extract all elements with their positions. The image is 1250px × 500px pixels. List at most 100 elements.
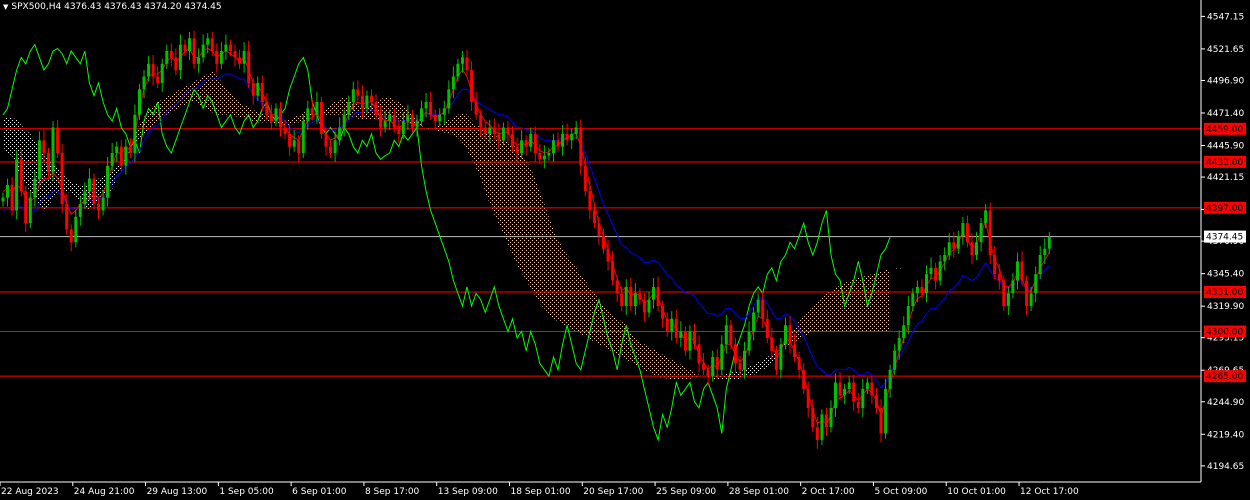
candle-body bbox=[347, 102, 351, 115]
candle-body bbox=[274, 108, 278, 122]
price-tick-label: 4194.65 bbox=[1207, 462, 1244, 472]
candle-body bbox=[656, 286, 660, 306]
candle-body bbox=[602, 235, 605, 249]
candle-body bbox=[920, 286, 924, 294]
candle-body bbox=[820, 414, 824, 440]
level-price-label: 4300.00 bbox=[1206, 328, 1243, 338]
candle-body bbox=[697, 344, 701, 364]
candle-body bbox=[215, 51, 219, 64]
candle-body bbox=[1038, 255, 1042, 275]
candle-body bbox=[319, 102, 323, 134]
candle-body bbox=[952, 242, 956, 249]
level-price-label: 4397.00 bbox=[1206, 204, 1243, 214]
candle-body bbox=[761, 299, 765, 319]
time-tick-label: 10 Oct 01:00 bbox=[947, 487, 1006, 497]
level-price-label: 4265.00 bbox=[1206, 372, 1243, 382]
candle-body bbox=[1034, 274, 1038, 294]
candle-body bbox=[515, 146, 519, 153]
candle-body bbox=[338, 127, 342, 141]
candle-body bbox=[329, 146, 332, 153]
candle-body bbox=[984, 210, 988, 224]
candle-body bbox=[583, 165, 587, 192]
candle-body bbox=[693, 331, 696, 345]
candle-body bbox=[360, 95, 364, 109]
candle-body bbox=[388, 114, 392, 122]
level-price-label: 4433.00 bbox=[1206, 158, 1243, 168]
candle-body bbox=[552, 140, 555, 154]
candle-body bbox=[383, 121, 387, 128]
candle-body bbox=[815, 427, 819, 440]
time-tick-label: 28 Sep 01:00 bbox=[729, 487, 789, 497]
candle-body bbox=[1029, 293, 1033, 307]
candle-body bbox=[506, 127, 510, 134]
candle-body bbox=[1016, 261, 1019, 281]
candle-body bbox=[520, 140, 524, 154]
candle-body bbox=[824, 414, 828, 428]
candle-body bbox=[970, 242, 974, 256]
candle-body bbox=[342, 114, 346, 128]
candle-body bbox=[365, 95, 369, 109]
candle-body bbox=[97, 204, 100, 211]
price-tick-label: 4219.40 bbox=[1207, 430, 1244, 440]
candle-body bbox=[961, 223, 965, 236]
time-tick-label: 13 Sep 09:00 bbox=[438, 487, 498, 497]
candle-body bbox=[474, 102, 478, 115]
candle-body bbox=[670, 318, 674, 332]
candle-body bbox=[356, 89, 360, 96]
candle-body bbox=[142, 76, 146, 90]
candle-body bbox=[306, 108, 310, 122]
candle-body bbox=[165, 51, 169, 64]
candle-body bbox=[238, 57, 242, 64]
candle-body bbox=[461, 57, 464, 64]
candle-body bbox=[774, 350, 778, 370]
candle-body bbox=[729, 325, 733, 345]
candle-body bbox=[570, 133, 574, 141]
candle-body bbox=[160, 63, 164, 83]
candle-body bbox=[83, 191, 87, 205]
candle-body bbox=[433, 114, 437, 122]
candle-body bbox=[124, 146, 128, 166]
candle-body bbox=[997, 274, 1001, 281]
candle-body bbox=[210, 38, 214, 52]
candle-body bbox=[797, 357, 801, 370]
candle-body bbox=[834, 382, 837, 408]
candle-body bbox=[647, 299, 651, 313]
candle-body bbox=[838, 382, 842, 396]
candle-body bbox=[1025, 280, 1029, 306]
candle-body bbox=[78, 204, 82, 217]
candle-body bbox=[87, 178, 91, 192]
candle-body bbox=[893, 350, 897, 370]
candle-body bbox=[69, 229, 73, 243]
candle-body bbox=[715, 357, 719, 370]
candle-body bbox=[574, 127, 578, 134]
candle-body bbox=[988, 210, 992, 255]
current-price-label: 4374.45 bbox=[1206, 233, 1243, 243]
candle-body bbox=[561, 133, 565, 147]
candle-body bbox=[420, 108, 423, 122]
candle-body bbox=[606, 248, 610, 262]
candle-body bbox=[256, 82, 260, 96]
candle-body bbox=[397, 127, 401, 134]
candle-body bbox=[265, 102, 269, 115]
candle-body bbox=[133, 114, 137, 154]
candle-body bbox=[720, 344, 724, 370]
candle-body bbox=[315, 102, 319, 115]
candle-body bbox=[938, 261, 942, 281]
candle-body bbox=[101, 197, 105, 211]
candle-body bbox=[902, 325, 906, 338]
candle-body bbox=[611, 261, 615, 281]
price-chart[interactable]: 4547.15 4521.65 4496.90 4471.40 4445.90 4421.… bbox=[0, 0, 1250, 500]
price-tick-label: 4521.65 bbox=[1207, 45, 1244, 55]
candle-body bbox=[456, 63, 460, 77]
candle-body bbox=[511, 133, 514, 147]
candle-body bbox=[702, 363, 706, 370]
candle-body bbox=[934, 267, 938, 281]
candle-body bbox=[906, 306, 910, 326]
candle-body bbox=[224, 44, 228, 51]
candle-body bbox=[747, 331, 751, 351]
candle-body bbox=[128, 146, 132, 153]
candle-body bbox=[115, 146, 119, 153]
candle-body bbox=[897, 337, 901, 351]
candle-body bbox=[28, 197, 32, 224]
price-tick-label: 4496.90 bbox=[1207, 76, 1244, 86]
